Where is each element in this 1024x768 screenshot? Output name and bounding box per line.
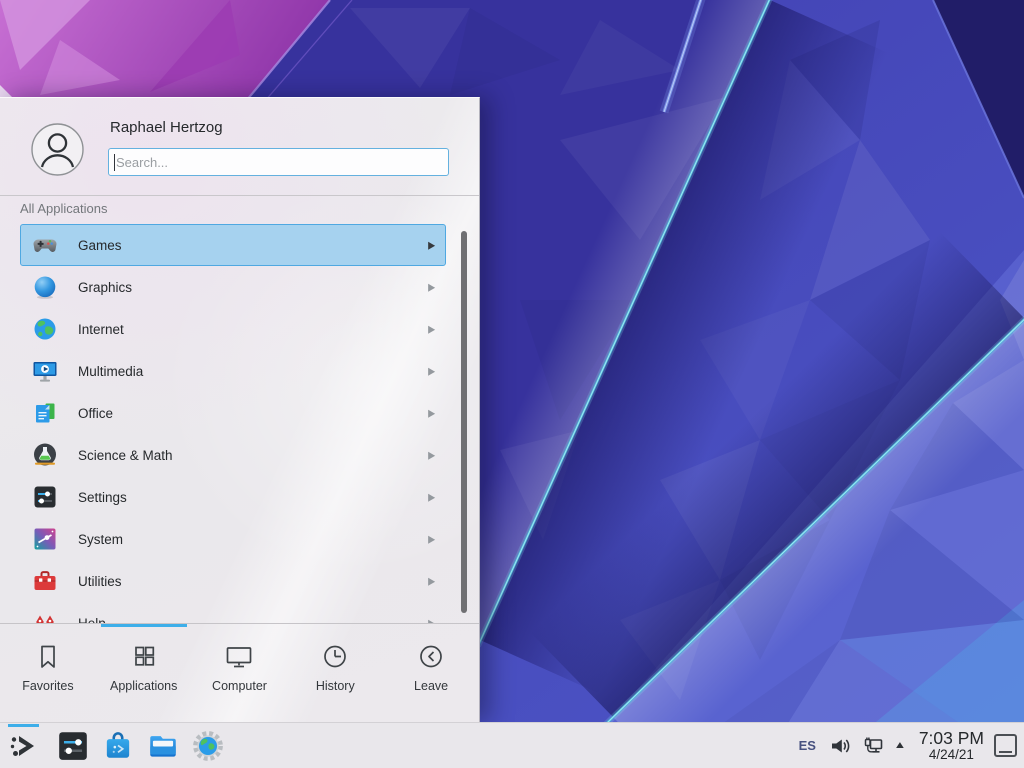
category-row-science-math[interactable]: Science & Math ▶ [20, 434, 446, 476]
tab-label: Applications [110, 679, 177, 693]
category-row-multimedia[interactable]: Multimedia ▶ [20, 350, 446, 392]
text-cursor [114, 154, 115, 171]
tab-favorites[interactable]: Favorites [0, 624, 96, 723]
tab-leave[interactable]: Leave [383, 624, 479, 723]
category-row-help[interactable]: Help ▶ [20, 602, 446, 623]
system-sliders-icon [32, 526, 58, 552]
bookmark-icon [33, 643, 63, 671]
category-label: Graphics [78, 280, 428, 295]
category-label: Office [78, 406, 428, 421]
tab-label: Favorites [22, 679, 73, 693]
tab-label: History [316, 679, 355, 693]
paint-sphere-icon [32, 274, 58, 300]
category-row-internet[interactable]: Internet ▶ [20, 308, 446, 350]
tab-label: Computer [212, 679, 267, 693]
submenu-arrow-icon: ▶ [428, 533, 435, 546]
submenu-arrow-icon: ▶ [428, 407, 435, 420]
category-row-graphics[interactable]: Graphics ▶ [20, 266, 446, 308]
user-avatar[interactable] [31, 123, 84, 176]
category-list: Games ▶ Graphics ▶ Internet ▶ [20, 224, 446, 623]
flask-icon [32, 442, 58, 468]
category-row-utilities[interactable]: Utilities ▶ [20, 560, 446, 602]
show-desktop-button[interactable] [994, 734, 1017, 757]
tab-applications[interactable]: Applications [96, 624, 192, 723]
category-label: System [78, 532, 428, 547]
category-row-system[interactable]: System ▶ [20, 518, 446, 560]
tab-history[interactable]: History [287, 624, 383, 723]
keyboard-layout-indicator[interactable]: ES [799, 738, 816, 753]
taskbar-panel: ES ▲ 7:03 PM 4/24/21 [0, 722, 1024, 768]
clock-icon [320, 643, 350, 671]
application-launcher-button[interactable] [0, 723, 46, 768]
app-grid-icon [129, 643, 159, 671]
category-label: Multimedia [78, 364, 428, 379]
submenu-arrow-icon: ▶ [428, 449, 435, 462]
volume-icon[interactable] [829, 735, 851, 757]
category-label: Games [78, 238, 428, 253]
header-separator [0, 195, 479, 196]
network-icon[interactable] [862, 735, 884, 757]
tray-expand-arrow[interactable]: ▲ [893, 740, 906, 751]
documents-icon [32, 400, 58, 426]
web-browser-launcher[interactable] [190, 728, 226, 764]
discover-launcher[interactable] [100, 728, 136, 764]
toolbox-icon [32, 568, 58, 594]
globe-icon [32, 316, 58, 342]
section-label: All Applications [20, 201, 107, 216]
kde-launcher-icon [7, 730, 39, 762]
sliders-icon [32, 484, 58, 510]
tab-label: Leave [414, 679, 448, 693]
submenu-arrow-icon: ▶ [428, 491, 435, 504]
gamepad-icon [32, 232, 58, 258]
monitor-play-icon [32, 358, 58, 384]
category-label: Help [78, 616, 428, 624]
file-manager-launcher[interactable] [145, 728, 181, 764]
category-label: Utilities [78, 574, 428, 589]
system-settings-launcher[interactable] [55, 728, 91, 764]
category-row-games[interactable]: Games ▶ [20, 224, 446, 266]
category-label: Science & Math [78, 448, 428, 463]
digital-clock[interactable]: 7:03 PM 4/24/21 [919, 729, 984, 762]
tabbar: Favorites Applications Computer [0, 624, 479, 723]
leave-icon [416, 643, 446, 671]
clock-time: 7:03 PM [919, 729, 984, 748]
submenu-arrow-icon: ▶ [428, 239, 435, 252]
active-launcher-indicator [8, 724, 39, 727]
list-scrollbar[interactable] [461, 231, 467, 613]
clock-date: 4/24/21 [919, 748, 984, 763]
submenu-arrow-icon: ▶ [428, 575, 435, 588]
application-launcher-menu: Raphael Hertzog All Applications Games ▶ [0, 97, 480, 722]
category-row-office[interactable]: Office ▶ [20, 392, 446, 434]
active-tab-indicator [101, 624, 187, 627]
system-tray: ES ▲ 7:03 PM 4/24/21 [799, 729, 1024, 762]
category-row-settings[interactable]: Settings ▶ [20, 476, 446, 518]
submenu-arrow-icon: ▶ [428, 323, 435, 336]
category-label: Settings [78, 490, 428, 505]
user-name: Raphael Hertzog [110, 119, 223, 136]
submenu-arrow-icon: ▶ [428, 281, 435, 294]
search-input[interactable] [108, 148, 449, 176]
tab-computer[interactable]: Computer [192, 624, 288, 723]
submenu-arrow-icon: ▶ [428, 365, 435, 378]
computer-icon [224, 643, 254, 671]
help-markers-icon [32, 610, 58, 623]
category-label: Internet [78, 322, 428, 337]
